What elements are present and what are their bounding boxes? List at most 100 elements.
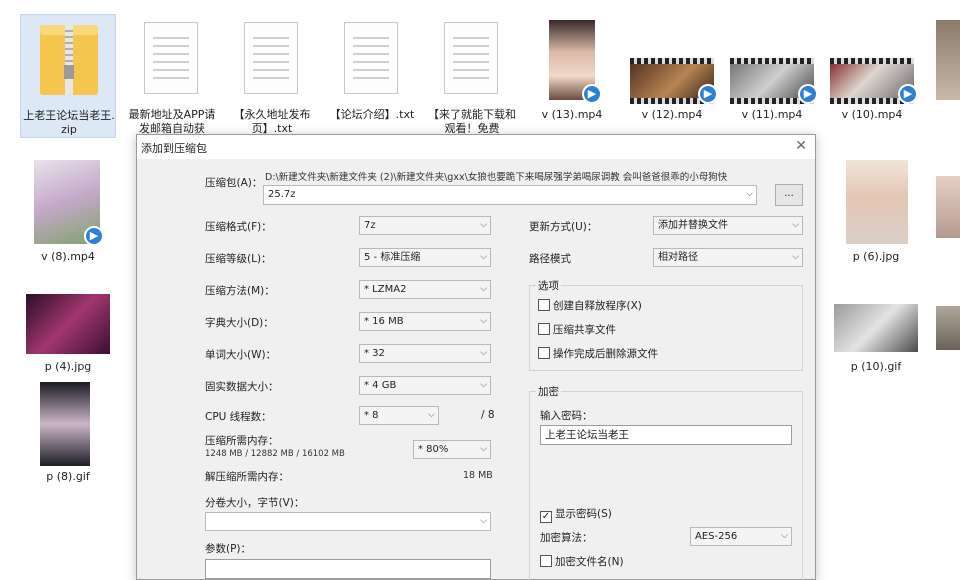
media-player-icon: ▶ <box>84 226 104 246</box>
path-mode-label: 路径模式 <box>529 253 571 265</box>
checkbox-box <box>538 323 550 335</box>
checkbox-box <box>538 299 550 311</box>
image-thumbnail <box>846 160 908 244</box>
archive-label: 压缩包(A)： <box>205 177 263 189</box>
format-value: 7z <box>364 220 376 231</box>
text-document-icon <box>344 22 398 94</box>
chevron-down-icon: ⌵ <box>428 410 435 420</box>
cpu-threads-total: / 8 <box>481 409 495 421</box>
create-sfx-label: 创建自释放程序(X) <box>553 300 642 312</box>
method-value: * LZMA2 <box>364 284 407 295</box>
dictionary-select[interactable]: * 16 MB ⌵ <box>359 312 491 331</box>
path-mode-select[interactable]: 相对路径 ⌵ <box>653 248 803 267</box>
file-name: 【论坛介绍】.txt <box>329 108 415 121</box>
level-value: 5 - 标准压缩 <box>364 252 421 263</box>
chevron-down-icon: ⌵ <box>480 380 487 390</box>
add-to-archive-dialog: 添加到压缩包 ✕ 压缩包(A)： D:\新建文件夹\新建文件夹 (2)\新建文件… <box>136 134 816 580</box>
word-size-label: 单词大小(W)： <box>205 349 277 361</box>
file-name: 【来了就能下载和观看！免费 <box>428 108 516 135</box>
file-item-video[interactable]: ▶ v (13).mp4 <box>524 14 620 124</box>
dialog-titlebar[interactable]: 添加到压缩包 ✕ <box>137 135 815 159</box>
file-item-image[interactable]: p (8).gif <box>20 380 116 490</box>
browse-button[interactable]: ... <box>775 184 803 206</box>
archive-name-input[interactable]: 25.7z ⌵ <box>263 185 757 205</box>
parameters-input[interactable] <box>205 559 491 579</box>
media-player-icon: ▶ <box>698 84 718 104</box>
file-item-txt[interactable]: 【来了就能下载和观看！免费 <box>424 14 520 138</box>
method-label: 压缩方法(M)： <box>205 285 275 297</box>
file-item-image[interactable]: p (4).jpg <box>20 288 116 384</box>
image-thumbnail <box>834 304 918 352</box>
file-name: v (11).mp4 <box>741 108 803 121</box>
archive-name-value: 25.7z <box>268 189 296 200</box>
chevron-down-icon: ⌵ <box>480 444 487 454</box>
password-input[interactable]: 上老王论坛当老王 <box>540 425 792 445</box>
file-name: 【永久地址发布页】.txt <box>233 108 311 135</box>
file-name: p (10).gif <box>850 360 902 373</box>
encryption-group: 加密 输入密码： 上老王论坛当老王 ✓ 显示密码(S) 加密算法： AES-256… <box>529 384 803 580</box>
compress-shared-checkbox[interactable]: 压缩共享文件 <box>538 322 616 337</box>
file-item-video[interactable]: ▶ v (8).mp4 <box>20 156 116 266</box>
chevron-down-icon: ⌵ <box>746 189 753 199</box>
memory-label: 压缩所需内存： <box>205 435 279 447</box>
file-name: 最新地址及APP请发邮箱自动获取！！！.txt <box>128 108 216 135</box>
zip-folder-icon <box>40 25 98 95</box>
memory-usage-select[interactable]: * 80% ⌵ <box>413 440 491 459</box>
level-select[interactable]: 5 - 标准压缩 ⌵ <box>359 248 491 267</box>
file-item-txt[interactable]: 【论坛介绍】.txt <box>324 14 420 138</box>
split-size-select[interactable]: ⌵ <box>205 512 491 531</box>
file-item-image[interactable]: p (6).jpg <box>828 156 924 266</box>
text-document-icon <box>144 22 198 94</box>
memory-detail: 1248 MB / 12882 MB / 16102 MB <box>205 449 345 459</box>
split-size-label: 分卷大小，字节(V)： <box>205 497 305 509</box>
chevron-down-icon: ⌵ <box>792 220 799 230</box>
solid-size-select[interactable]: * 4 GB ⌵ <box>359 376 491 395</box>
chevron-down-icon: ⌵ <box>480 284 487 294</box>
word-size-value: * 32 <box>364 348 385 359</box>
decompress-memory-label: 解压缩所需内存： <box>205 471 289 483</box>
decompress-memory-value: 18 MB <box>463 470 493 481</box>
compress-shared-label: 压缩共享文件 <box>553 324 616 336</box>
delete-after-checkbox[interactable]: 操作完成后删除源文件 <box>538 346 658 361</box>
format-label: 压缩格式(F)： <box>205 221 272 233</box>
media-player-icon: ▶ <box>798 84 818 104</box>
path-mode-value: 相对路径 <box>658 252 698 263</box>
dictionary-label: 字典大小(D)： <box>205 317 274 329</box>
encryption-method-select[interactable]: AES-256 ⌵ <box>690 527 792 546</box>
partial-thumbnail <box>936 20 960 100</box>
cpu-threads-select[interactable]: * 8 ⌵ <box>359 406 439 425</box>
encrypt-names-checkbox[interactable]: 加密文件名(N) <box>540 554 624 569</box>
image-thumbnail <box>26 294 110 354</box>
file-item-txt[interactable]: 最新地址及APP请发邮箱自动获取！！！.txt <box>124 14 220 138</box>
file-item-zip[interactable]: 上老王论坛当老王.zip <box>20 14 116 138</box>
options-group-title: 选项 <box>536 278 561 293</box>
file-name: v (10).mp4 <box>841 108 903 121</box>
checkbox-box <box>538 347 550 359</box>
image-thumbnail <box>40 382 90 466</box>
chevron-down-icon: ⌵ <box>781 531 788 541</box>
file-name: v (12).mp4 <box>641 108 703 121</box>
format-select[interactable]: 7z ⌵ <box>359 216 491 235</box>
file-item-txt[interactable]: 【永久地址发布页】.txt <box>224 14 320 138</box>
file-name: p (6).jpg <box>852 250 900 263</box>
update-mode-select[interactable]: 添加并替换文件 ⌵ <box>653 216 803 235</box>
method-select[interactable]: * LZMA2 ⌵ <box>359 280 491 299</box>
partial-thumbnail <box>936 176 960 238</box>
file-item-video[interactable]: ▶ v (12).mp4 <box>624 14 720 124</box>
file-item-video[interactable]: ▶ v (11).mp4 <box>724 14 820 124</box>
file-item-image[interactable]: p (10).gif <box>828 300 924 380</box>
show-password-checkbox[interactable]: ✓ 显示密码(S) <box>540 506 612 523</box>
file-name: p (4).jpg <box>44 360 92 373</box>
cpu-threads-label: CPU 线程数： <box>205 411 272 423</box>
file-item-video[interactable]: ▶ v (10).mp4 <box>824 14 920 124</box>
checkmark-icon: ✓ <box>540 511 552 523</box>
chevron-down-icon: ⌵ <box>480 516 487 526</box>
create-sfx-checkbox[interactable]: 创建自释放程序(X) <box>538 298 642 313</box>
level-label: 压缩等级(L)： <box>205 253 272 265</box>
cpu-threads-value: * 8 <box>364 410 379 421</box>
word-size-select[interactable]: * 32 ⌵ <box>359 344 491 363</box>
close-icon[interactable]: ✕ <box>795 138 807 154</box>
file-name: v (13).mp4 <box>541 108 603 121</box>
encryption-method-value: AES-256 <box>695 531 738 542</box>
password-label: 输入密码： <box>540 410 593 422</box>
